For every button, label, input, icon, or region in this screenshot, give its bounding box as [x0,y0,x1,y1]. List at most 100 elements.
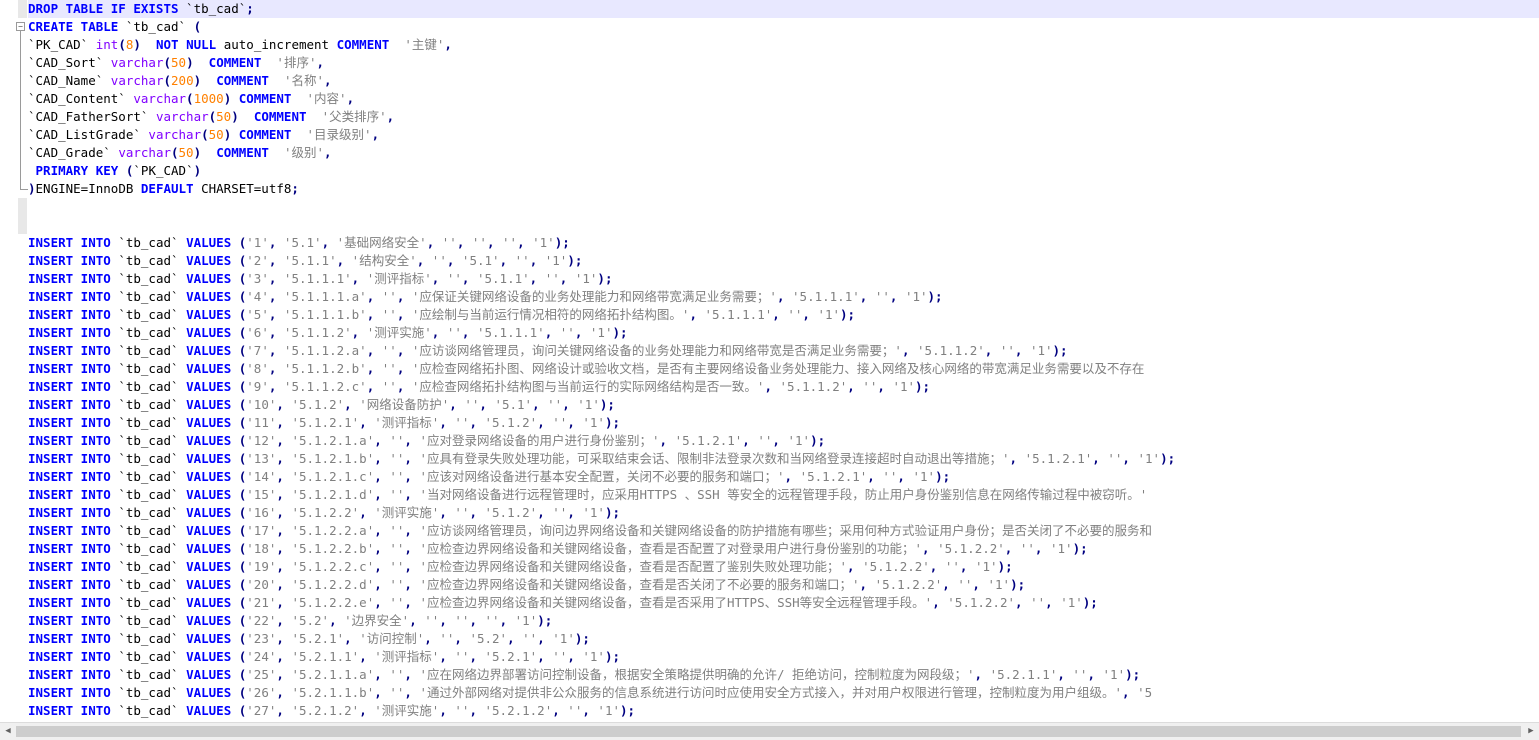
code-line[interactable]: INSERT INTO `tb_cad` VALUES ('14', '5.1.… [28,468,1539,486]
code-token: '访问控制' [359,631,425,646]
comma: , [374,433,390,448]
code-line[interactable]: INSERT INTO `tb_cad` VALUES ('20', '5.1.… [28,576,1539,594]
code-token: VALUES [186,613,232,628]
code-token: '' [552,649,568,664]
comma: , [396,307,412,322]
comma: , [1009,451,1025,466]
code-token: '1' [514,613,538,628]
code-line[interactable]: `CAD_Content` varchar(1000) COMMENT '内容'… [28,90,1539,108]
statement-end: ); [997,559,1013,574]
code-token: '应对登录网络设备的用户进行身份鉴别；' [419,433,660,448]
code-line[interactable]: INSERT INTO `tb_cad` VALUES ('6', '5.1.1… [28,324,1539,342]
code-token: '' [1030,595,1046,610]
statement-end: ); [927,289,943,304]
code-token: INSERT INTO [28,469,111,484]
code-line[interactable] [28,216,1539,234]
code-token: '17' [246,523,277,538]
scroll-thumb[interactable] [16,726,1521,737]
code-line[interactable]: INSERT INTO `tb_cad` VALUES ('21', '5.1.… [28,594,1539,612]
code-line[interactable]: INSERT INTO `tb_cad` VALUES ('4', '5.1.1… [28,288,1539,306]
code-line[interactable] [28,198,1539,216]
comma: , [404,595,420,610]
code-line[interactable]: INSERT INTO `tb_cad` VALUES ('9', '5.1.1… [28,378,1539,396]
code-line[interactable]: INSERT INTO `tb_cad` VALUES ('12', '5.1.… [28,432,1539,450]
code-token: INSERT INTO [28,523,111,538]
code-line[interactable]: INSERT INTO `tb_cad` VALUES ('27', '5.2.… [28,702,1539,720]
code-line[interactable]: INSERT INTO `tb_cad` VALUES ('16', '5.1.… [28,504,1539,522]
code-line[interactable]: INSERT INTO `tb_cad` VALUES ('5', '5.1.1… [28,306,1539,324]
code-line[interactable]: INSERT INTO `tb_cad` VALUES ('23', '5.2.… [28,630,1539,648]
code-line[interactable]: INSERT INTO `tb_cad` VALUES ('7', '5.1.1… [28,342,1539,360]
code-line[interactable]: INSERT INTO `tb_cad` VALUES ('1', '5.1',… [28,234,1539,252]
code-line[interactable]: `CAD_FatherSort` varchar(50) COMMENT '父类… [28,108,1539,126]
code-line[interactable]: INSERT INTO `tb_cad` VALUES ('24', '5.2.… [28,648,1539,666]
code-token: , [324,73,332,88]
code-line[interactable]: CREATE TABLE `tb_cad` ( [28,18,1539,36]
comma: , [454,631,470,646]
code-token: varchar [118,145,171,160]
code-token: '网络设备防护' [359,397,450,412]
code-line[interactable]: INSERT INTO `tb_cad` VALUES ('15', '5.1.… [28,486,1539,504]
fold-margin[interactable]: − [0,0,28,722]
comma: , [507,631,523,646]
scroll-left-arrow-icon[interactable]: ◀ [0,723,16,740]
code-line[interactable]: INSERT INTO `tb_cad` VALUES ('22', '5.2'… [28,612,1539,630]
comma: , [582,703,598,718]
scroll-right-arrow-icon[interactable]: ▶ [1523,723,1539,740]
comma: , [268,325,284,340]
fold-toggle-icon[interactable]: − [16,22,25,31]
code-line[interactable]: INSERT INTO `tb_cad` VALUES ('26', '5.2.… [28,684,1539,702]
statement-end: ); [599,397,615,412]
code-line[interactable]: PRIMARY KEY (`PK_CAD`) [28,162,1539,180]
code-line[interactable]: `PK_CAD` int(8) NOT NULL auto_increment … [28,36,1539,54]
comma: , [374,451,390,466]
code-token: VALUES [186,307,232,322]
code-token: '1' [577,397,600,412]
code-line[interactable]: `CAD_Grade` varchar(50) COMMENT '级别', [28,144,1539,162]
code-line[interactable]: INSERT INTO `tb_cad` VALUES ('2', '5.1.1… [28,252,1539,270]
code-line[interactable]: INSERT INTO `tb_cad` VALUES ('8', '5.1.1… [28,360,1539,378]
statement-end: ); [604,649,621,664]
code-token: '22' [246,613,277,628]
comma: , [859,289,875,304]
code-token: '5.2.1.2' [484,703,553,718]
code-line[interactable]: `CAD_Name` varchar(200) COMMENT '名称', [28,72,1539,90]
code-line[interactable]: INSERT INTO `tb_cad` VALUES ('18', '5.1.… [28,540,1539,558]
code-line[interactable]: `CAD_ListGrade` varchar(50) COMMENT '目录级… [28,126,1539,144]
code-token: auto_increment [216,37,337,52]
comma: , [567,415,583,430]
statement-end: ); [810,433,826,448]
code-line[interactable]: `CAD_Sort` varchar(50) COMMENT '排序', [28,54,1539,72]
code-token: '1' [1029,343,1053,358]
code-token: `PK_CAD` [28,37,96,52]
statement-end: ); [1125,667,1141,682]
code-token: COMMENT [336,37,390,52]
code-line[interactable]: INSERT INTO `tb_cad` VALUES ('3', '5.1.1… [28,270,1539,288]
code-token: `tb_cad` [110,595,187,610]
code-line[interactable]: INSERT INTO `tb_cad` VALUES ('19', '5.1.… [28,558,1539,576]
code-line[interactable]: INSERT INTO `tb_cad` VALUES ('11', '5.1.… [28,414,1539,432]
code-token: '5.2.1.2' [291,703,360,718]
code-line[interactable]: INSERT INTO `tb_cad` VALUES ('17', '5.1.… [28,522,1539,540]
code-line[interactable]: )ENGINE=InnoDB DEFAULT CHARSET=utf8; [28,180,1539,198]
code-token: '5.2.1.1.b' [291,685,375,700]
comma: , [416,253,432,268]
code-lines[interactable]: DROP TABLE IF EXISTS `tb_cad`; CREATE TAB… [28,0,1539,720]
horizontal-scrollbar[interactable]: ◀ ▶ [0,722,1539,740]
comma: , [1087,667,1103,682]
code-line[interactable]: INSERT INTO `tb_cad` VALUES ('13', '5.1.… [28,450,1539,468]
code-token: '5.1.2.2.b' [291,541,375,556]
comma: , [537,631,553,646]
code-token: '应访谈网络管理员，询问边界网络设备和关键网络设备的防护措施有哪些；采用何种方式… [419,523,1152,538]
code-line[interactable]: DROP TABLE IF EXISTS `tb_cad`; [28,0,1539,18]
code-line[interactable]: INSERT INTO `tb_cad` VALUES ('25', '5.2.… [28,666,1539,684]
code-token: '1' [582,505,605,520]
code-editor[interactable]: − DROP TABLE IF EXISTS `tb_cad`; CREATE T… [0,0,1539,722]
code-line[interactable]: INSERT INTO `tb_cad` VALUES ('10', '5.1.… [28,396,1539,414]
code-token: '1' [532,235,555,250]
